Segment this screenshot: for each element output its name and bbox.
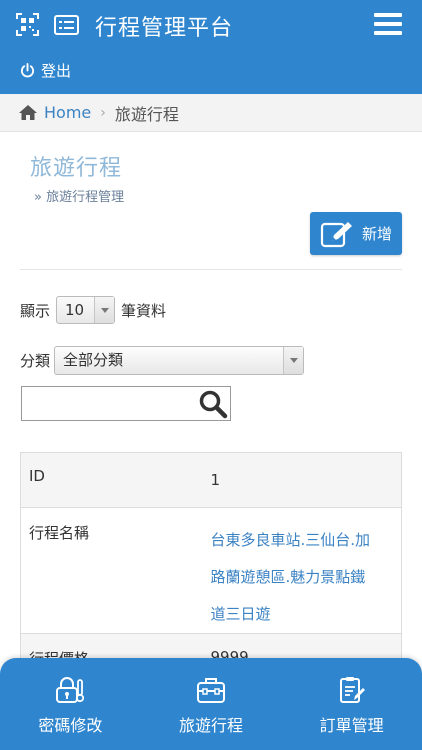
category-select[interactable]: 全部分類 [54,346,305,375]
top-bar: 行程管理平台 登出 [0,0,422,94]
bottom-tab-bar: 密碼修改 旅遊行程 訂單管理 [0,658,422,750]
breadcrumb-separator: › [100,104,106,121]
logout-button[interactable]: 登出 [20,58,71,82]
chevron-down-icon [283,347,304,374]
page-size-select[interactable]: 10 [56,296,116,324]
trip-name-link[interactable]: 台東多良車站.三仙台.加 路蘭遊憩區.魅力景點鐵 道三日遊 [198,507,402,634]
tab-label: 訂單管理 [319,716,384,735]
page-title: 旅遊行程 [30,156,123,181]
lock-thermometer-icon [56,677,85,703]
add-button[interactable]: 新增 [310,212,402,255]
edit-icon [320,221,352,247]
trip-name-line: 路蘭遊憩區.魅力景點鐵 [210,568,366,586]
show-suffix-label: 筆資料 [121,301,167,320]
category-label: 分類 [20,352,51,370]
suitcase-icon [197,678,225,703]
trip-name-line: 道三日遊 [210,605,271,623]
page-subtitle: » 旅遊行程管理 [34,190,125,205]
search-icon[interactable] [198,389,228,419]
page-size-value: 10 [65,301,85,319]
add-button-label: 新增 [361,225,392,243]
app-title: 行程管理平台 [95,16,234,41]
row-value: 1 [198,452,402,508]
show-prefix-label: 顯示 [20,301,51,320]
chevron-down-icon [94,297,115,323]
header-row: 行程管理平台 [0,0,422,50]
breadcrumb-current: 旅遊行程 [114,104,179,124]
breadcrumb: Home › 旅遊行程 [0,94,422,132]
row-key: 行程名稱 [20,507,199,634]
tab-label: 旅遊行程 [179,716,244,735]
category-value: 全部分類 [63,351,124,369]
table-row: ID 1 [20,452,402,508]
home-icon [19,105,37,120]
table-row: 行程名稱 台東多良車站.三仙台.加 路蘭遊憩區.魅力景點鐵 道三日遊 [20,507,402,634]
row-key: ID [20,452,199,508]
qr-scan-icon[interactable] [16,13,39,36]
list-card-icon[interactable] [54,15,79,35]
trip-name-line: 台東多良車站.三仙台.加 [210,531,371,549]
tab-label: 密碼修改 [38,716,103,735]
tab-password-change[interactable]: 密碼修改 [0,658,141,750]
hamburger-menu-icon[interactable] [374,12,402,36]
divider [20,269,402,270]
search-input[interactable] [22,387,192,420]
page-size-row: 顯示 10 筆資料 [20,296,166,324]
search-box [21,386,231,421]
clipboard-edit-icon [339,677,365,703]
breadcrumb-home-link[interactable]: Home [44,103,91,122]
logout-label: 登出 [41,61,72,80]
category-row: 分類 全部分類 [20,346,305,375]
tab-order-management[interactable]: 訂單管理 [281,658,422,750]
tab-travel-itinerary[interactable]: 旅遊行程 [141,658,282,750]
power-icon [20,62,35,77]
